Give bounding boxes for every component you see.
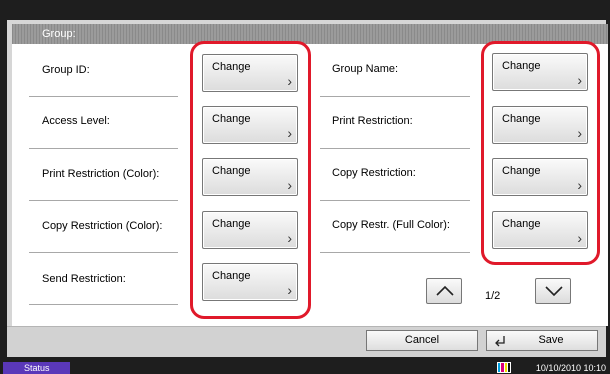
- change-button-label: Change: [502, 113, 541, 125]
- divider: [29, 200, 178, 201]
- group-name-label: Group Name:: [332, 63, 399, 75]
- send-restriction-label: Send Restriction:: [42, 273, 126, 285]
- chevron-right-icon: ›: [287, 177, 292, 193]
- chevron-right-icon: ›: [577, 177, 582, 193]
- status-button[interactable]: Status: [3, 362, 70, 374]
- chevron-right-icon: ›: [287, 282, 292, 298]
- change-button-label: Change: [502, 165, 541, 177]
- save-button-label: Save: [538, 334, 564, 346]
- toner-magenta: [501, 363, 504, 372]
- chevron-right-icon: ›: [287, 230, 292, 246]
- save-button[interactable]: Save: [486, 330, 598, 351]
- divider: [320, 252, 470, 253]
- print-restriction-label: Print Restriction:: [332, 115, 413, 127]
- divider: [29, 96, 178, 97]
- toner-cyan: [498, 363, 501, 372]
- access-level-label: Access Level:: [42, 115, 110, 127]
- chevron-right-icon: ›: [287, 73, 292, 89]
- print-restriction-color-change-button[interactable]: Change ›: [202, 158, 298, 196]
- chevron-down-icon: [545, 286, 563, 297]
- chevron-right-icon: ›: [577, 72, 582, 88]
- print-restriction-color-label: Print Restriction (Color):: [42, 168, 160, 180]
- change-button-label: Change: [502, 60, 541, 72]
- send-restriction-change-button[interactable]: Change ›: [202, 263, 298, 301]
- divider: [320, 148, 470, 149]
- copy-restriction-label: Copy Restriction:: [332, 167, 416, 179]
- toner-yellow: [504, 363, 507, 372]
- divider: [29, 304, 178, 305]
- access-level-change-button[interactable]: Change ›: [202, 106, 298, 144]
- group-name-change-button[interactable]: Change ›: [492, 53, 588, 91]
- group-id-label: Group ID:: [42, 64, 90, 76]
- page-up-button[interactable]: [426, 278, 462, 304]
- change-button-label: Change: [212, 270, 251, 282]
- cancel-button[interactable]: Cancel: [366, 330, 478, 351]
- chevron-up-icon: [436, 285, 454, 296]
- change-button-label: Change: [212, 61, 251, 73]
- copy-restr-full-color-change-button[interactable]: Change ›: [492, 211, 588, 249]
- copy-restriction-color-change-button[interactable]: Change ›: [202, 211, 298, 249]
- copy-restr-full-color-label: Copy Restr. (Full Color):: [332, 219, 450, 231]
- divider: [29, 252, 178, 253]
- chevron-right-icon: ›: [287, 125, 292, 141]
- copy-restriction-color-label: Copy Restriction (Color):: [42, 220, 163, 232]
- divider: [29, 148, 178, 149]
- change-button-label: Change: [502, 218, 541, 230]
- change-button-label: Change: [212, 218, 251, 230]
- chevron-right-icon: ›: [577, 230, 582, 246]
- page-indicator: 1/2: [485, 290, 501, 302]
- copy-restriction-change-button[interactable]: Change ›: [492, 158, 588, 196]
- enter-icon: [495, 336, 505, 347]
- toner-black: [507, 363, 510, 372]
- group-id-change-button[interactable]: Change ›: [202, 54, 298, 92]
- date-time: 10/10/2010 10:10: [535, 363, 606, 373]
- change-button-label: Change: [212, 113, 251, 125]
- change-button-label: Change: [212, 165, 251, 177]
- print-restriction-change-button[interactable]: Change ›: [492, 106, 588, 144]
- page-title: Group:: [12, 24, 608, 44]
- divider: [320, 200, 470, 201]
- page-down-button[interactable]: [535, 278, 571, 304]
- divider: [320, 96, 470, 97]
- chevron-right-icon: ›: [577, 125, 582, 141]
- toner-level-icon: [497, 362, 511, 373]
